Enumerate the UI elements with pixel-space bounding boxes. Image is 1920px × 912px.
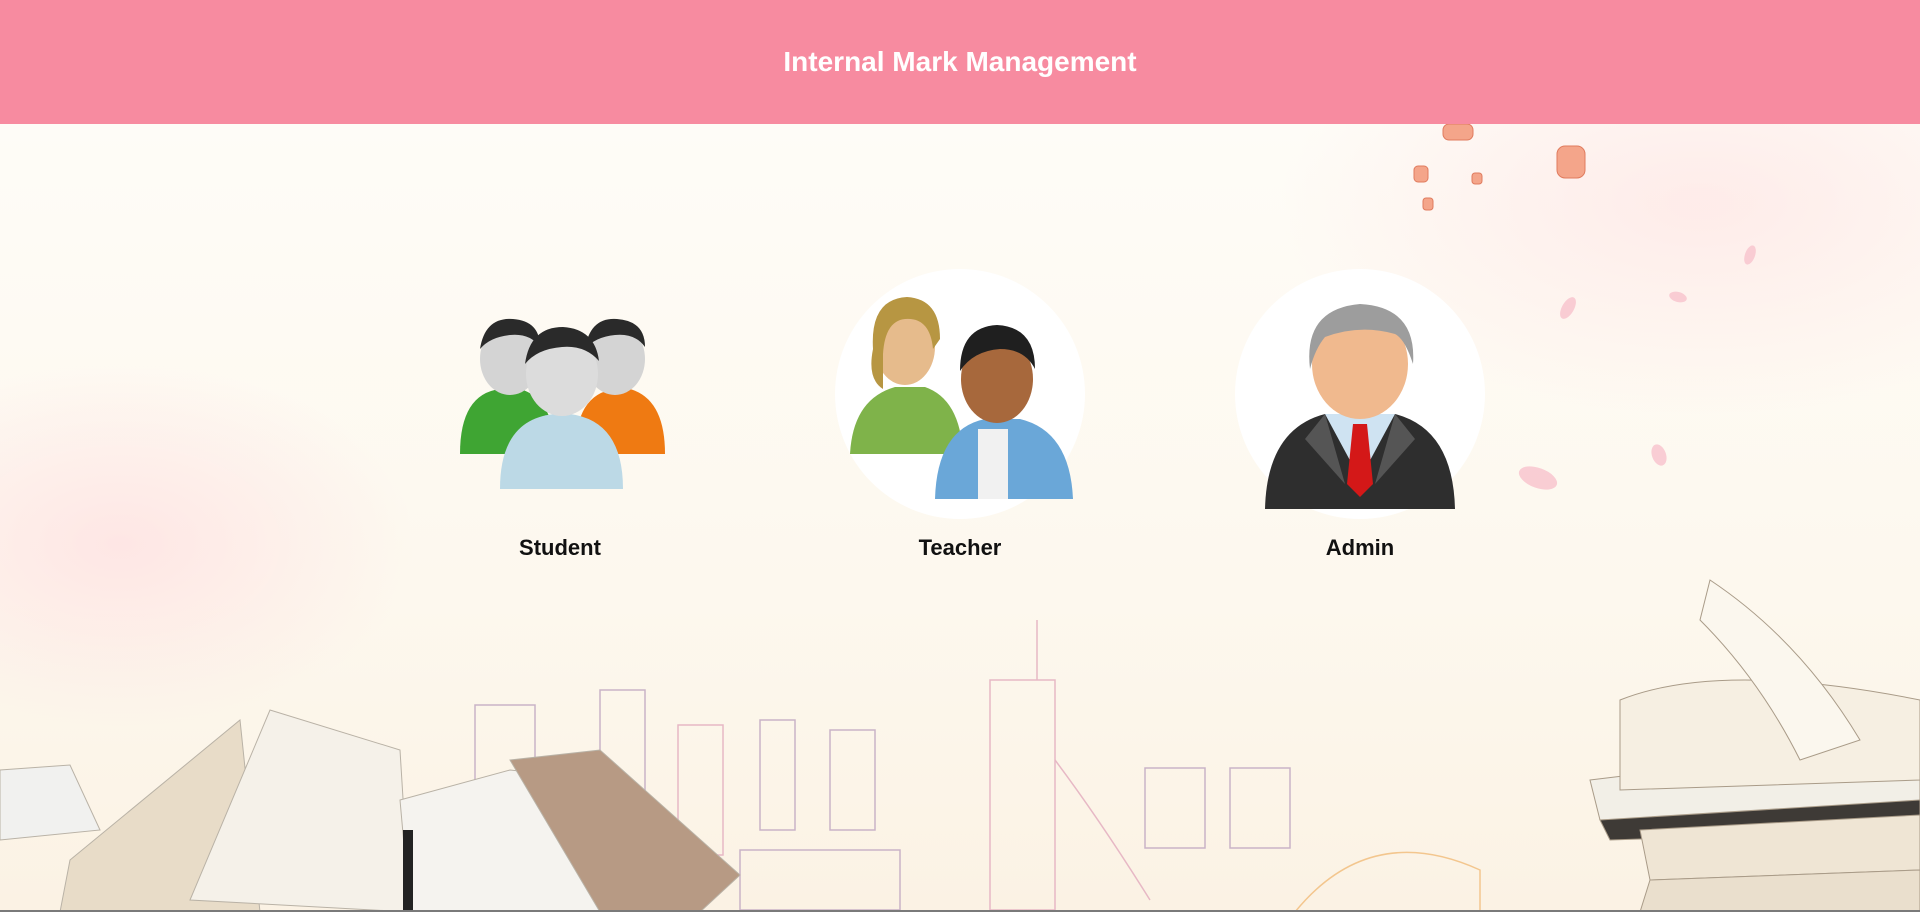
teacher-card[interactable]: Teacher [830,269,1090,561]
role-selection: Student Teacher Admin [0,124,1920,604]
books-right [1589,579,1920,912]
admin-person-icon[interactable] [1235,269,1485,519]
books-left [0,709,741,912]
teacher-label[interactable]: Teacher [830,535,1090,561]
student-card[interactable]: Student [430,269,690,561]
student-group-icon[interactable] [435,269,685,519]
app-header: Internal Mark Management [0,0,1920,124]
teacher-pair-icon[interactable] [835,269,1085,519]
admin-label[interactable]: Admin [1230,535,1490,561]
page-title: Internal Mark Management [783,46,1137,77]
student-label[interactable]: Student [430,535,690,561]
admin-card[interactable]: Admin [1230,269,1490,561]
